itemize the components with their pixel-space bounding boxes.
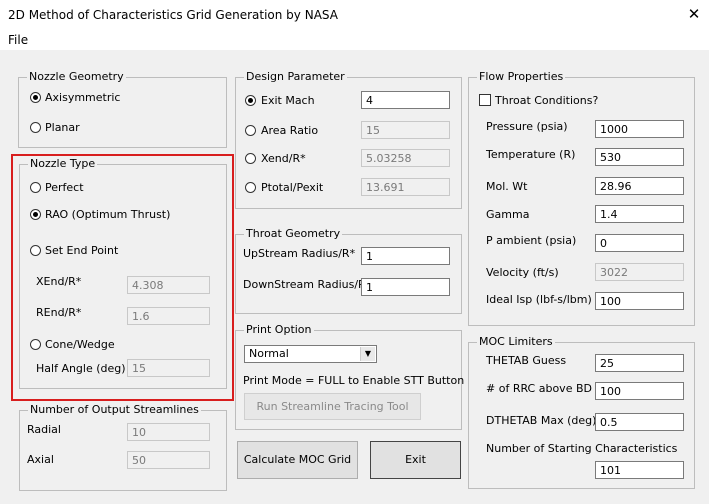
starting-characteristics-input[interactable]: 101 — [595, 461, 684, 479]
chevron-down-icon[interactable]: ▼ — [360, 347, 375, 361]
half-angle-input[interactable]: 15 — [127, 359, 210, 377]
design-parameter-legend: Design Parameter — [244, 70, 347, 83]
axial-input[interactable]: 50 — [127, 451, 210, 469]
throat-conditions-label: Throat Conditions? — [495, 94, 599, 107]
planar-radio[interactable] — [30, 122, 41, 133]
calculate-moc-grid-button[interactable]: Calculate MOC Grid — [237, 441, 358, 479]
rrc-label: # of RRC above BD — [486, 382, 592, 395]
starting-characteristics-label: Number of Starting Characteristics — [486, 442, 678, 455]
molwt-label: Mol. Wt — [486, 180, 528, 193]
temperature-label: Temperature (R) — [486, 148, 576, 161]
output-streamlines-legend: Number of Output Streamlines — [28, 403, 201, 416]
planar-label: Planar — [45, 121, 80, 134]
cone-wedge-label: Cone/Wedge — [45, 338, 115, 351]
xend-design-label: Xend/R* — [261, 152, 306, 165]
pressure-label: Pressure (psia) — [486, 120, 568, 133]
thetab-label: THETAB Guess — [486, 354, 567, 367]
rend-label: REnd/R* — [36, 306, 82, 319]
gamma-input[interactable]: 1.4 — [595, 205, 684, 223]
gamma-label: Gamma — [486, 208, 530, 221]
area-ratio-input[interactable]: 15 — [361, 121, 450, 139]
perfect-label: Perfect — [45, 181, 84, 194]
pressure-input[interactable]: 1000 — [595, 120, 684, 138]
thetab-input[interactable]: 25 — [595, 354, 684, 372]
radial-input[interactable]: 10 — [127, 423, 210, 441]
ideal-isp-label: Ideal Isp (lbf-s/lbm) — [486, 293, 592, 306]
throat-geometry-legend: Throat Geometry — [244, 227, 343, 240]
upstream-label: UpStream Radius/R* — [243, 247, 356, 260]
exit-mach-input[interactable]: 4 — [361, 91, 450, 109]
ptotal-input[interactable]: 13.691 — [361, 178, 450, 196]
area-ratio-radio[interactable] — [245, 125, 256, 136]
set-end-point-radio[interactable] — [30, 245, 41, 256]
downstream-input[interactable]: 1 — [361, 278, 450, 296]
velocity-input[interactable]: 3022 — [595, 263, 684, 281]
pambient-label: P ambient (psia) — [486, 234, 577, 247]
perfect-radio[interactable] — [30, 182, 41, 193]
rao-radio[interactable] — [30, 209, 41, 220]
axisymmetric-label: Axisymmetric — [45, 91, 121, 104]
nozzle-geometry-legend: Nozzle Geometry — [27, 70, 126, 83]
axial-label: Axial — [27, 453, 54, 466]
cone-wedge-radio[interactable] — [30, 339, 41, 350]
exit-button[interactable]: Exit — [370, 441, 461, 479]
area-ratio-label: Area Ratio — [261, 124, 319, 137]
close-icon[interactable]: ✕ — [684, 4, 704, 24]
run-streamline-tracing-button[interactable]: Run Streamline Tracing Tool — [244, 393, 421, 420]
rrc-input[interactable]: 100 — [595, 382, 684, 400]
axisymmetric-radio[interactable] — [30, 92, 41, 103]
nozzle-geometry-group: Nozzle Geometry — [18, 70, 227, 148]
exit-mach-radio[interactable] — [245, 95, 256, 106]
rao-label: RAO (Optimum Thrust) — [45, 208, 171, 221]
print-option-legend: Print Option — [244, 323, 314, 336]
molwt-input[interactable]: 28.96 — [595, 177, 684, 195]
ideal-isp-input[interactable]: 100 — [595, 292, 684, 310]
dthetab-label: DTHETAB Max (deg) — [486, 414, 597, 427]
window-title: 2D Method of Characteristics Grid Genera… — [8, 8, 338, 22]
print-mode-value: Normal — [249, 347, 289, 360]
downstream-label: DownStream Radius/R* — [243, 278, 372, 291]
throat-geometry-group: Throat Geometry — [235, 227, 462, 314]
menu-file[interactable]: File — [8, 33, 28, 47]
flow-properties-legend: Flow Properties — [477, 70, 566, 83]
xend-design-input[interactable]: 5.03258 — [361, 149, 450, 167]
ptotal-radio[interactable] — [245, 182, 256, 193]
moc-limiters-legend: MOC Limiters — [477, 335, 555, 348]
ptotal-label: Ptotal/Pexit — [261, 181, 324, 194]
xend-input[interactable]: 4.308 — [127, 276, 210, 294]
set-end-point-label: Set End Point — [45, 244, 119, 257]
exit-mach-label: Exit Mach — [261, 94, 315, 107]
pambient-input[interactable]: 0 — [595, 234, 684, 252]
dthetab-input[interactable]: 0.5 — [595, 413, 684, 431]
menu-bar: File — [0, 30, 709, 50]
radial-label: Radial — [27, 423, 61, 436]
half-angle-label: Half Angle (deg) — [36, 362, 126, 375]
rend-input[interactable]: 1.6 — [127, 307, 210, 325]
upstream-input[interactable]: 1 — [361, 247, 450, 265]
xend-design-radio[interactable] — [245, 153, 256, 164]
velocity-label: Velocity (ft/s) — [486, 266, 559, 279]
flow-properties-group: Flow Properties — [468, 70, 695, 326]
xend-label: XEnd/R* — [36, 275, 82, 288]
throat-conditions-checkbox[interactable] — [479, 94, 491, 106]
title-bar: 2D Method of Characteristics Grid Genera… — [0, 0, 709, 30]
print-mode-select[interactable]: Normal ▼ — [244, 345, 377, 363]
print-mode-note: Print Mode = FULL to Enable STT Button — [243, 374, 465, 387]
temperature-input[interactable]: 530 — [595, 148, 684, 166]
